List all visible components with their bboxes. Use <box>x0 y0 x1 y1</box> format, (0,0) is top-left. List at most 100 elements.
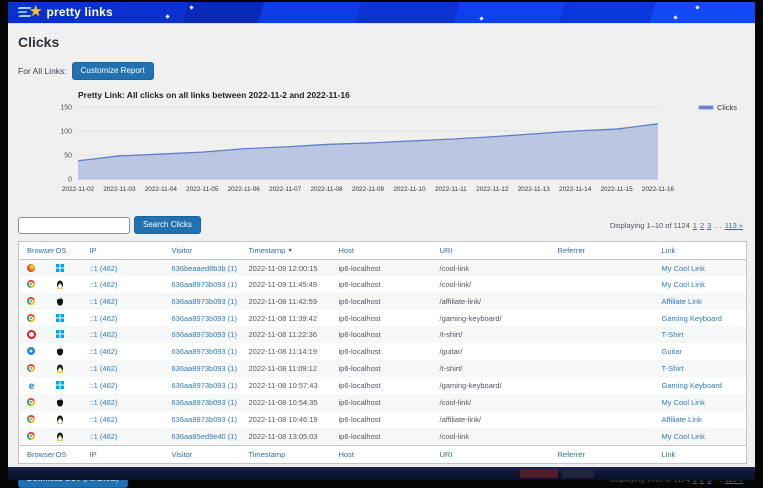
visitor-link[interactable]: 636aa8973b093 (1) <box>170 326 247 343</box>
uri-value: /gaming-keyboard/ <box>438 310 556 326</box>
sort-desc-icon: ▼ <box>287 248 292 254</box>
column-header-timestamp[interactable]: Timestamp <box>247 446 337 464</box>
host-value: ip6-localhost <box>337 343 438 360</box>
pretty-link[interactable]: My Cool Link <box>660 394 747 411</box>
page-link-3[interactable]: 3 <box>707 221 711 230</box>
svg-text:2022-11-14: 2022-11-14 <box>559 186 592 193</box>
visitor-link[interactable]: 636aa8973b093 (1) <box>170 377 247 394</box>
uri-value: /affiliate-link/ <box>438 293 556 310</box>
windows-icon <box>56 264 64 272</box>
ip-link[interactable]: ::1 (462) <box>88 326 170 343</box>
column-header-link[interactable]: Link <box>660 242 747 260</box>
ip-link[interactable]: ::1 (462) <box>88 310 170 326</box>
pretty-link[interactable]: Guitar <box>660 343 747 360</box>
referrer-value <box>556 394 660 411</box>
desktop-taskbar-strip <box>8 467 755 480</box>
svg-text:2022-11-04: 2022-11-04 <box>145 186 178 193</box>
column-header-timestamp[interactable]: Timestamp▼ <box>247 242 337 260</box>
search-clicks-button[interactable]: Search Clicks <box>134 216 201 234</box>
customize-report-button[interactable]: Customize Report <box>72 62 154 80</box>
page-link-2[interactable]: 2 <box>700 221 704 230</box>
column-header-uri[interactable]: URI <box>438 446 556 464</box>
column-header-referrer[interactable]: Referrer <box>556 242 660 260</box>
uri-value: /t-shirt/ <box>438 360 556 377</box>
ip-link[interactable]: ::1 (462) <box>88 360 170 377</box>
windows-icon <box>56 314 64 322</box>
visitor-link[interactable]: 636aa8973b093 (1) <box>170 276 247 293</box>
column-header-visitor[interactable]: Visitor <box>170 446 247 464</box>
visitor-link[interactable]: 636aa8973b093 (1) <box>170 360 247 377</box>
timestamp-value: 2022-11-08 11:22:36 <box>247 326 337 343</box>
uri-value: /guitar/ <box>438 343 556 360</box>
displaying-label: Displaying 1–10 of 1124 <box>610 221 690 230</box>
svg-text:2022-11-15: 2022-11-15 <box>600 186 633 193</box>
visitor-link[interactable]: 636aa8973b093 (1) <box>170 343 247 360</box>
pretty-link[interactable]: Gaming Keyboard <box>660 377 747 394</box>
list-controls: Search Clicks Displaying 1–10 of 1124 1 … <box>18 216 743 234</box>
ip-link[interactable]: ::1 (462) <box>88 293 170 310</box>
column-header-host[interactable]: Host <box>337 446 438 464</box>
ip-link[interactable]: ::1 (462) <box>88 428 170 446</box>
ip-link[interactable]: ::1 (462) <box>88 394 170 411</box>
page-link-1[interactable]: 1 <box>693 221 697 230</box>
pretty-link[interactable]: My Cool Link <box>660 276 747 293</box>
pretty-link[interactable]: My Cool Link <box>660 260 747 277</box>
visitor-link[interactable]: 636beaaed8b3b (1) <box>170 260 247 277</box>
ip-link[interactable]: ::1 (462) <box>88 377 170 394</box>
pretty-link[interactable]: My Cool Link <box>660 428 747 446</box>
uri-value: /cool-link <box>438 260 556 277</box>
svg-text:150: 150 <box>60 105 72 112</box>
safari-icon <box>27 347 35 355</box>
chart-title: Pretty Link: All clicks on all links bet… <box>78 90 743 100</box>
host-value: ip6-localhost <box>337 326 438 343</box>
column-header-os[interactable]: OS <box>54 446 88 464</box>
svg-text:0: 0 <box>68 177 72 184</box>
sparkle-icon <box>673 15 677 19</box>
column-header-os[interactable]: OS <box>54 242 88 260</box>
timestamp-value: 2022-11-08 13:05:03 <box>247 428 337 446</box>
referrer-value <box>556 411 660 428</box>
timestamp-value: 2022-11-08 10:54:35 <box>247 394 337 411</box>
ip-link[interactable]: ::1 (462) <box>88 343 170 360</box>
timestamp-value: 2022-11-08 10:57:43 <box>247 377 337 394</box>
ip-link[interactable]: ::1 (462) <box>88 276 170 293</box>
pretty-link[interactable]: Affiliate Link <box>660 293 747 310</box>
page-title: Clicks <box>18 34 745 50</box>
column-header-ip[interactable]: IP <box>88 242 170 260</box>
pretty-link[interactable]: T-Shirt <box>660 360 747 377</box>
uri-value: /gaming-keyboard/ <box>438 377 556 394</box>
table-row: ::1 (462)636aa8973b093 (1)2022-11-08 11:… <box>19 360 747 377</box>
page-link-last[interactable]: 113 » <box>725 221 743 230</box>
chrome-icon <box>27 314 35 322</box>
icon-cell <box>54 260 88 277</box>
visitor-link[interactable]: 636aa8973b093 (1) <box>170 310 247 326</box>
pretty-link[interactable]: Gaming Keyboard <box>660 310 747 326</box>
svg-text:2022-11-10: 2022-11-10 <box>393 186 426 193</box>
column-header-browser[interactable]: Browser <box>19 242 54 260</box>
host-value: ip6-localhost <box>337 411 438 428</box>
ip-link[interactable]: ::1 (462) <box>88 260 170 277</box>
column-header-referrer[interactable]: Referrer <box>556 446 660 464</box>
referrer-value <box>556 260 660 277</box>
column-header-link[interactable]: Link <box>660 446 747 464</box>
report-controls: For All Links: Customize Report <box>18 62 745 80</box>
column-header-ip[interactable]: IP <box>88 446 170 464</box>
table-row: ::1 (462)636aa8973b093 (1)2022-11-08 11:… <box>19 310 747 326</box>
pretty-link[interactable]: Affiliate Link <box>660 411 747 428</box>
host-value: ip6-localhost <box>337 360 438 377</box>
referrer-value <box>556 360 660 377</box>
visitor-link[interactable]: 636aa8973b093 (1) <box>170 293 247 310</box>
pretty-link[interactable]: T-Shirt <box>660 326 747 343</box>
visitor-link[interactable]: 636aa8973b093 (1) <box>170 394 247 411</box>
column-header-host[interactable]: Host <box>337 242 438 260</box>
linux-tux-icon <box>56 432 64 441</box>
ip-link[interactable]: ::1 (462) <box>88 411 170 428</box>
column-header-visitor[interactable]: Visitor <box>170 242 247 260</box>
visitor-link[interactable]: 636aa8973b093 (1) <box>170 411 247 428</box>
visitor-link[interactable]: 636aa85ed9e40 (1) <box>170 428 247 446</box>
search-input[interactable] <box>18 217 130 234</box>
column-header-browser[interactable]: Browser <box>19 446 54 464</box>
referrer-value <box>556 343 660 360</box>
svg-text:2022-11-09: 2022-11-09 <box>352 186 385 193</box>
column-header-uri[interactable]: URI <box>438 242 556 260</box>
